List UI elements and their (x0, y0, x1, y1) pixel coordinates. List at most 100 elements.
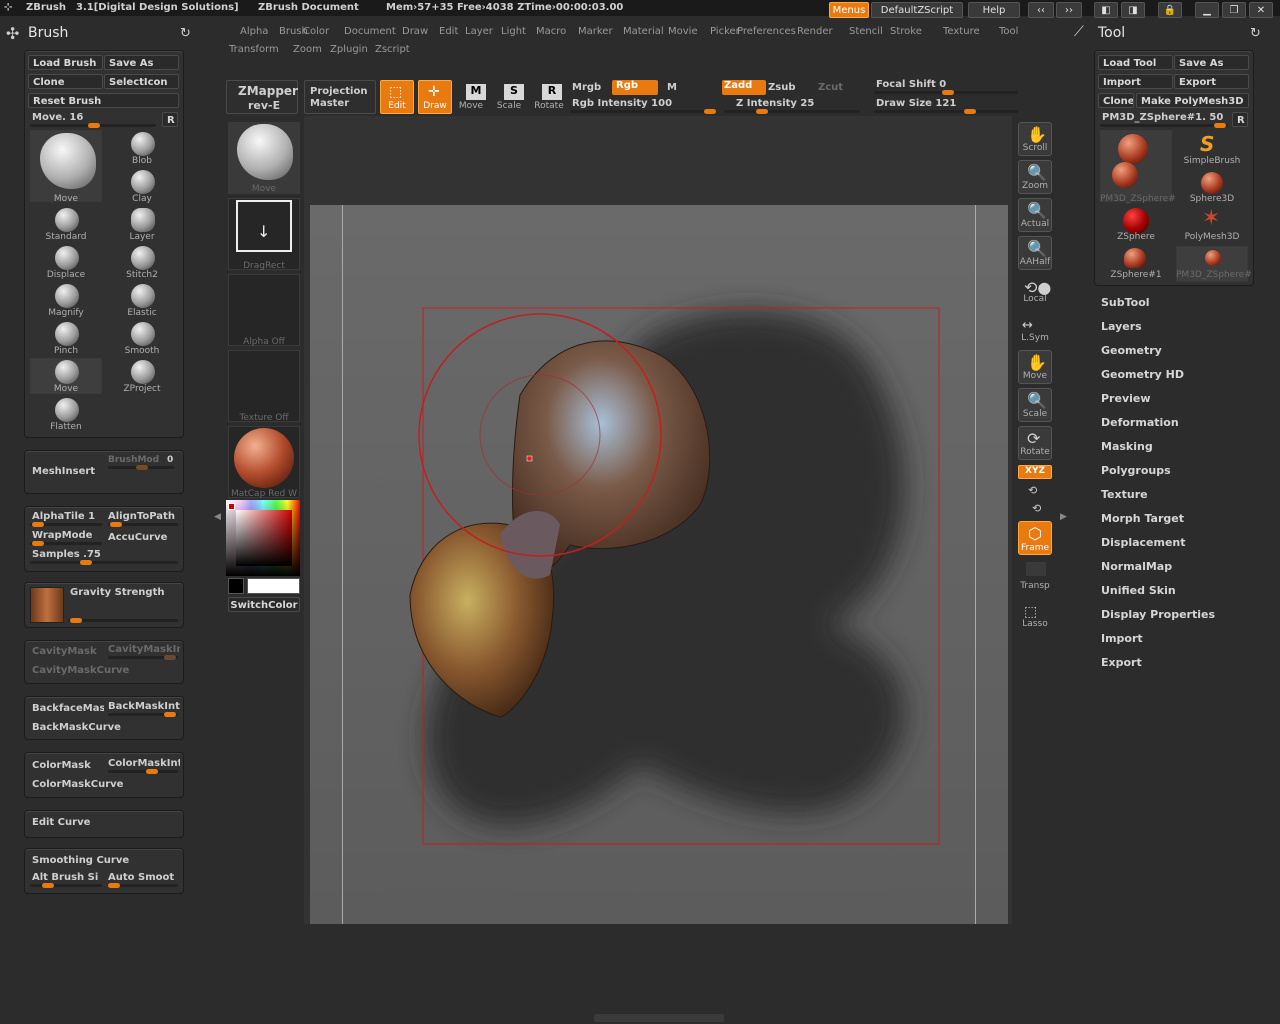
stitch-brush-icon[interactable] (131, 246, 155, 270)
menu-picker[interactable]: Picker (710, 26, 740, 37)
save-tool-button[interactable]: Save As (1174, 55, 1249, 70)
texture-menu[interactable]: Texture (1101, 488, 1148, 501)
color-picker-square[interactable] (236, 510, 292, 566)
export-menu[interactable]: Export (1101, 656, 1142, 669)
altbrush-label[interactable]: Alt Brush Si (32, 872, 98, 883)
menu-zscript[interactable]: Zscript (375, 44, 410, 55)
menu-draw[interactable]: Draw (402, 26, 428, 37)
standard-brush-icon[interactable] (55, 208, 79, 232)
mrgb-button[interactable]: Mrgb (572, 82, 601, 93)
help-button[interactable]: Help (968, 2, 1020, 18)
gravity-strength-slider[interactable] (68, 618, 178, 623)
menu-tool[interactable]: Tool (999, 26, 1018, 37)
cavitymaskcurve-button[interactable]: CavityMaskCurve (32, 665, 129, 676)
z-rotate-icon[interactable]: ⟲ (1032, 502, 1041, 515)
blob-brush-icon[interactable] (131, 132, 155, 156)
cavitymask-button[interactable]: CavityMask (32, 646, 97, 657)
geometry-menu[interactable]: Geometry (1101, 344, 1162, 357)
current-tool-slider[interactable] (1100, 123, 1228, 128)
lasso-icon[interactable]: ⬚ (1024, 604, 1037, 620)
wrapmode-label[interactable]: WrapMode (32, 530, 92, 541)
rgb-button[interactable]: Rgb (612, 80, 658, 95)
clay-brush-icon[interactable] (131, 170, 155, 194)
menu-zplugin[interactable]: Zplugin (330, 44, 368, 55)
layers-menu[interactable]: Layers (1101, 320, 1142, 333)
focal-shift-slider[interactable] (874, 90, 1018, 95)
menu-render[interactable]: Render (797, 26, 833, 37)
make-polymesh-button[interactable]: Make PolyMesh3D (1136, 93, 1249, 108)
zadd-button[interactable]: Zadd (722, 80, 766, 95)
maximize-icon[interactable]: ❐ (1222, 2, 1246, 18)
altbrush-slider[interactable] (30, 883, 102, 888)
clone-brush-button[interactable]: Clone (28, 74, 103, 89)
menu-light[interactable]: Light (501, 26, 526, 37)
zsphere-icon[interactable] (1123, 208, 1149, 234)
left-tray-handle-icon[interactable]: ◀ (214, 512, 221, 522)
menu-transform[interactable]: Transform (229, 44, 279, 55)
layer-brush-icon[interactable] (131, 208, 155, 232)
menu-stencil[interactable]: Stencil (849, 26, 883, 37)
simplebrush-icon[interactable]: S (1200, 132, 1214, 156)
alphatile-label[interactable]: AlphaTile 1 (32, 511, 95, 522)
sphere3d-icon[interactable] (1201, 172, 1223, 194)
close-icon[interactable]: ✕ (1249, 2, 1273, 18)
xyz-button[interactable]: XYZ (1018, 465, 1052, 479)
normalmap-menu[interactable]: NormalMap (1101, 560, 1172, 573)
polymesh3d-icon[interactable]: ✶ (1202, 206, 1220, 231)
reset-brush-button[interactable]: Reset Brush (28, 93, 179, 108)
deformation-menu[interactable]: Deformation (1101, 416, 1179, 429)
pinch-brush-icon[interactable] (55, 322, 79, 346)
autosmooth-label[interactable]: Auto Smoot (108, 872, 180, 883)
samples-label[interactable]: Samples .75 (32, 549, 101, 560)
default-zscript-button[interactable]: DefaultZScript (871, 2, 963, 18)
unified-skin-menu[interactable]: Unified Skin (1101, 584, 1176, 597)
alphatile-slider[interactable] (30, 522, 102, 527)
menu-macro[interactable]: Macro (536, 26, 566, 37)
dock-right-icon[interactable]: ◨ (1121, 2, 1145, 18)
aligntopath-button[interactable]: AlignToPath (108, 511, 175, 522)
m-button[interactable]: M (667, 82, 677, 93)
y-rotate-icon[interactable]: ⟲ (1028, 484, 1037, 497)
autosmooth-slider[interactable] (108, 883, 178, 888)
smoothingcurve-button[interactable]: Smoothing Curve (32, 855, 129, 866)
tool-refresh-icon[interactable]: ↻ (1250, 26, 1261, 41)
menu-zoom[interactable]: Zoom (293, 44, 322, 55)
secondary-color-swatch[interactable] (228, 578, 244, 594)
draw-size-slider[interactable] (874, 109, 1018, 114)
clone-tool-button[interactable]: Clone (1098, 93, 1134, 108)
dock-left-icon[interactable]: ◧ (1094, 2, 1118, 18)
display-properties-menu[interactable]: Display Properties (1101, 608, 1215, 621)
z-intensity-slider[interactable] (724, 109, 860, 114)
move-mode-icon[interactable]: M (466, 84, 486, 100)
brush-pin-icon[interactable]: ✣ (6, 24, 19, 43)
bottom-tray-handle[interactable] (594, 1014, 724, 1022)
menu-stroke[interactable]: Stroke (890, 26, 922, 37)
elastic-brush-icon[interactable] (131, 284, 155, 308)
load-tool-button[interactable]: Load Tool (1098, 55, 1173, 70)
model-viewport[interactable] (310, 205, 1008, 924)
zproject-brush-icon[interactable] (131, 360, 155, 384)
colormask-button[interactable]: ColorMask (32, 760, 91, 771)
polygroups-menu[interactable]: Polygroups (1101, 464, 1171, 477)
tool-pin-icon[interactable]: ⟋ (1074, 24, 1084, 40)
rgb-intensity-slider[interactable] (570, 109, 716, 114)
backmaskint-slider[interactable] (108, 712, 178, 717)
meshinsert-button[interactable]: MeshInsert (32, 466, 95, 477)
menu-document[interactable]: Document (344, 26, 396, 37)
lsym-icon[interactable]: ↔ (1022, 318, 1033, 333)
samples-slider[interactable] (30, 560, 178, 565)
menu-movie[interactable]: Movie (668, 26, 698, 37)
scale-mode-icon[interactable]: S (504, 84, 524, 100)
right-tray-handle-icon[interactable]: ▶ (1060, 512, 1067, 522)
menu-texture[interactable]: Texture (943, 26, 980, 37)
layout-next-icon[interactable]: ›› (1056, 2, 1082, 18)
displacement-menu[interactable]: Displacement (1101, 536, 1186, 549)
subtool-menu[interactable]: SubTool (1101, 296, 1150, 309)
wrapmode-slider[interactable] (30, 541, 102, 546)
export-tool-button[interactable]: Export (1174, 74, 1249, 89)
smooth-brush-icon[interactable] (131, 322, 155, 346)
geometry-hd-menu[interactable]: Geometry HD (1101, 368, 1184, 381)
menu-marker[interactable]: Marker (578, 26, 613, 37)
load-brush-button[interactable]: Load Brush (28, 55, 103, 70)
import-menu[interactable]: Import (1101, 632, 1143, 645)
